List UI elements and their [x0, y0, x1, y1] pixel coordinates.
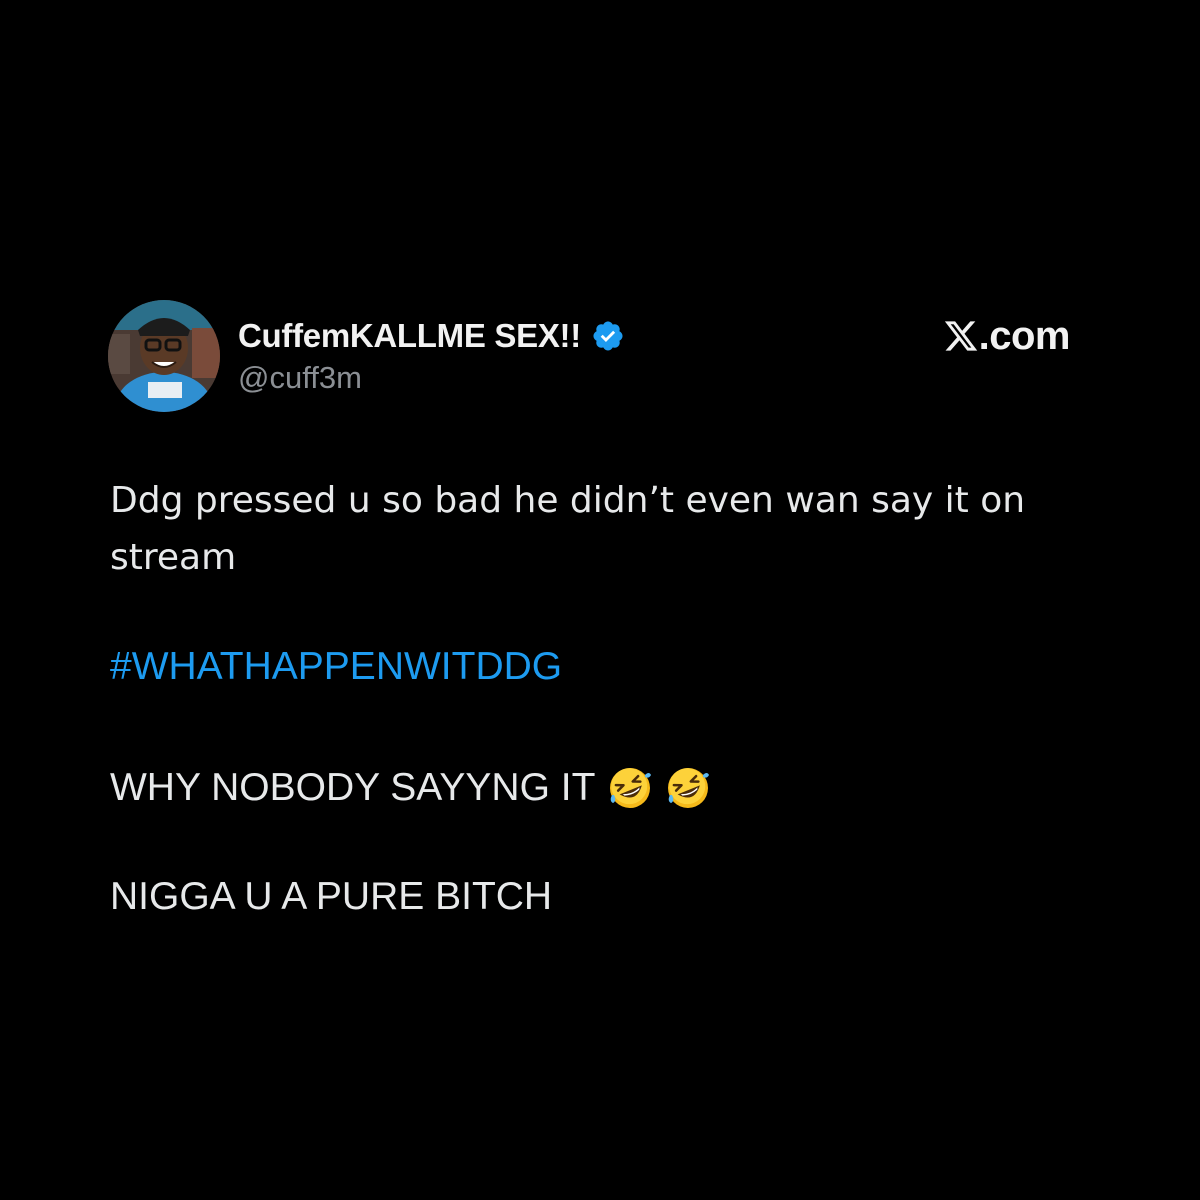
post-text-line4: NIGGA U A PURE BITCH: [110, 875, 553, 918]
post-card: CuffemKALLME SEX!! @cuff3m .com Ddg pres…: [0, 0, 1200, 1200]
display-name-row: CuffemKALLME SEX!!: [238, 314, 625, 358]
author-names: CuffemKALLME SEX!! @cuff3m: [238, 314, 625, 396]
brand-text: .com: [978, 313, 1071, 358]
display-name[interactable]: CuffemKALLME SEX!!: [238, 317, 581, 355]
hashtag-link[interactable]: #WHATHAPPENWITDDG: [110, 645, 562, 689]
rolling-on-floor-laughing-emoji-icon: [607, 765, 653, 811]
post-header: CuffemKALLME SEX!! @cuff3m .com: [108, 300, 1078, 414]
author-handle[interactable]: @cuff3m: [238, 360, 625, 396]
post-text-line3-row: WHY NOBODY SAYYNG IT: [110, 760, 711, 816]
post-text-line3: WHY NOBODY SAYYNG IT: [110, 766, 596, 809]
avatar-photo: [108, 300, 220, 412]
verified-badge-icon: [591, 319, 625, 353]
post-text-line1: Ddg pressed u so bad he didn’t even wan …: [110, 480, 1026, 578]
rolling-on-floor-laughing-emoji-icon: [665, 765, 711, 811]
brand-logo: .com: [943, 313, 1071, 358]
avatar[interactable]: [108, 300, 220, 412]
x-logo-icon: [943, 318, 979, 354]
